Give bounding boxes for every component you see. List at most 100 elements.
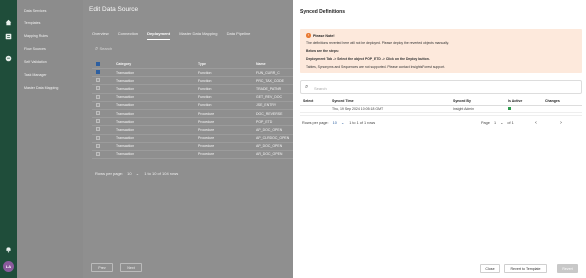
name-cell: GET_REV_DOC (256, 95, 283, 100)
sidebar-item-self-validation[interactable]: Self Validation (24, 60, 47, 64)
list-icon[interactable] (4, 32, 13, 41)
category-cell: Transaction (116, 119, 135, 124)
category-cell: Transaction (116, 70, 135, 75)
column-header-synced-time[interactable]: Synced Time (330, 99, 451, 103)
select-all-checkbox[interactable] (96, 61, 100, 66)
home-icon[interactable] (4, 18, 13, 27)
table-row[interactable]: Transaction Procedure AP_DOC_OPEN (92, 126, 293, 135)
table-row[interactable]: Thu, 19 Sep 2024 10:05:18 GMT Insight Ad… (300, 106, 582, 113)
column-header-synced-by[interactable]: Synced By (451, 99, 506, 103)
close-button[interactable]: Close (480, 264, 500, 273)
row-checkbox[interactable] (96, 102, 100, 107)
column-header-type[interactable]: Type (198, 62, 256, 66)
next-button[interactable]: Next (120, 263, 142, 272)
row-checkbox[interactable] (96, 151, 100, 156)
name-cell: AP_DOC_OPEN (256, 127, 283, 132)
table-row[interactable]: Transaction Procedure AR_DOC_OPEN (92, 151, 293, 160)
main-content: Edit Data Source Overview Connection Dep… (83, 0, 293, 278)
table-row[interactable]: Transaction Procedure DOC_REVERSE (92, 110, 293, 119)
table-row[interactable]: Transaction Procedure AP_CLRDOC_OPEN (92, 135, 293, 143)
search-input[interactable]: ⌕ Search (300, 80, 582, 94)
sidebar-item-flow-sources[interactable]: Flow Sources (24, 47, 46, 51)
column-header-changes[interactable]: Changes (543, 99, 582, 103)
tab-connection[interactable]: Connection (118, 31, 138, 36)
table-row[interactable]: Transaction Procedure AP_DOC_OPEN (92, 143, 293, 151)
tab-bar: Overview Connection Deployment Master Da… (92, 31, 258, 40)
row-checkbox[interactable] (96, 143, 100, 148)
table-row[interactable]: Transaction Function GET_REV_DOC (92, 94, 293, 102)
app-rail: LA (0, 0, 17, 278)
prev-button[interactable]: Prev (91, 263, 113, 272)
revert-button[interactable]: Revert (557, 264, 578, 273)
note-heading: Please Note! (313, 33, 335, 38)
type-cell: Function (198, 70, 212, 75)
rows-per-page-select[interactable]: 10 (127, 171, 131, 176)
type-cell: Function (198, 78, 212, 83)
avatar[interactable]: LA (3, 261, 14, 272)
column-header-is-active[interactable]: Is Active (506, 99, 543, 103)
rows-per-page-select[interactable]: 10 (333, 121, 337, 125)
column-header-select[interactable]: Select (300, 99, 330, 103)
note-line: Deployment Tab -> Select the object POP_… (306, 57, 430, 61)
row-checkbox[interactable] (96, 111, 100, 116)
row-checkbox[interactable] (96, 127, 100, 132)
panel-footer: Close Revert to Template Revert (293, 260, 586, 278)
table-pager: Rows per page: 10 ⌄ 1 to 10 of 104 rows (95, 171, 179, 176)
search-input[interactable]: ⌕ Search (95, 46, 112, 53)
sidebar-item-task-manager[interactable]: Task Manager (24, 73, 47, 77)
active-indicator (508, 107, 511, 110)
category-cell: Transaction (116, 95, 135, 100)
page-select[interactable]: 1 (494, 121, 496, 125)
bell-icon[interactable] (4, 245, 13, 254)
note-line: Tables, Synonyms and Sequences are not s… (306, 65, 446, 69)
table-row[interactable]: Transaction Function PRC_TAX_CODE (92, 77, 293, 86)
sidebar: Data Services Templates Mapping Rules Fl… (17, 0, 83, 278)
table-row[interactable]: Transaction Function TRADE_PATNR (92, 85, 293, 94)
category-cell: Transaction (116, 127, 135, 132)
row-checkbox[interactable] (96, 119, 100, 124)
revert-to-template-button[interactable]: Revert to Template (504, 264, 547, 273)
row-checkbox[interactable] (96, 78, 100, 83)
category-cell: Transaction (116, 152, 135, 157)
row-checkbox[interactable] (96, 70, 100, 75)
tab-deployment[interactable]: Deployment (147, 31, 171, 40)
type-cell: Procedure (198, 119, 215, 124)
sidebar-item-master-data-mapping[interactable]: Master Data Mapping (24, 86, 58, 90)
column-header-category[interactable]: Category (116, 62, 198, 66)
table-row[interactable]: Transaction Function JSE_ENTRY (92, 102, 293, 110)
row-checkbox[interactable] (96, 135, 100, 140)
synced-definitions-panel: Synced Definitions ! Please Note! The de… (293, 0, 586, 278)
type-cell: Function (198, 95, 212, 100)
name-cell: AR_DOC_OPEN (256, 152, 283, 157)
name-cell: POP_ETD (256, 119, 273, 124)
row-checkbox[interactable] (96, 86, 100, 91)
sidebar-item-templates[interactable]: Templates (24, 21, 40, 25)
category-cell: Transaction (116, 78, 135, 83)
tab-data-pipeline[interactable]: Data Pipeline (227, 31, 251, 36)
search-icon: ⌕ (305, 84, 309, 90)
type-cell: Function (198, 86, 212, 91)
type-cell: Procedure (198, 152, 215, 157)
table-row[interactable]: Transaction Function FUN_CURR_C (92, 69, 293, 78)
name-cell: TRADE_PATNR (256, 86, 282, 91)
category-cell: Transaction (116, 111, 135, 116)
page-title: Edit Data Source (89, 6, 139, 13)
objects-table: Category Type Name Transaction Function FU… (92, 60, 293, 160)
column-header-name[interactable]: Name (256, 62, 293, 66)
table-row[interactable]: Transaction Procedure POP_ETD (92, 118, 293, 127)
chat-icon[interactable] (4, 54, 13, 63)
sidebar-item-data-services[interactable]: Data Services (24, 9, 46, 13)
warning-icon: ! (306, 33, 311, 38)
row-checkbox[interactable] (96, 94, 100, 99)
tab-overview[interactable]: Overview (92, 31, 109, 36)
synced-time-cell: Thu, 19 Sep 2024 10:05:18 GMT (332, 107, 384, 111)
synced-by-cell: Insight Admin (453, 107, 475, 111)
sidebar-item-mapping-rules[interactable]: Mapping Rules (24, 34, 48, 38)
category-cell: Transaction (116, 136, 135, 141)
table-pager: Rows per page: 10 ⌄ 1 to 1 of 1 rows Pag… (300, 115, 582, 129)
prev-page-button[interactable]: ‹ (526, 117, 546, 129)
chevron-down-icon: ⌄ (500, 121, 504, 125)
tab-master-data-mapping[interactable]: Master Data Mapping (179, 31, 217, 36)
next-page-button[interactable]: › (551, 117, 571, 129)
chevron-right-icon: › (560, 120, 562, 126)
